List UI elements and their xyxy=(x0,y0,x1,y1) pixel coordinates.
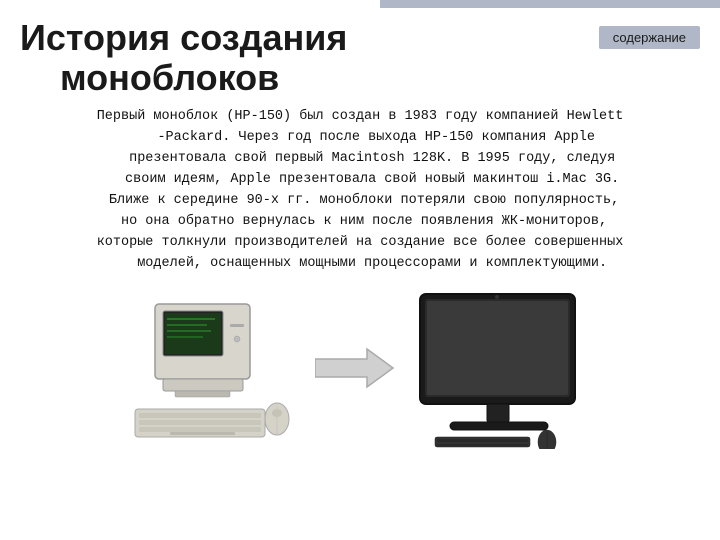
arrow-image xyxy=(315,339,395,399)
page: История создания моноблоков содержание П… xyxy=(0,0,720,540)
top-decorative-bar xyxy=(380,0,720,8)
new-computer-image xyxy=(405,289,595,449)
images-row xyxy=(20,289,700,449)
title-line2: моноблоков xyxy=(60,58,589,98)
contents-badge[interactable]: содержание xyxy=(599,26,700,49)
title-block: История создания моноблоков xyxy=(20,18,589,97)
old-computer-image xyxy=(125,289,305,449)
header-area: История создания моноблоков содержание xyxy=(20,18,700,97)
title-line1: История создания xyxy=(20,18,589,58)
body-text: Первый моноблок (HP-150) был создан в 19… xyxy=(20,107,700,274)
